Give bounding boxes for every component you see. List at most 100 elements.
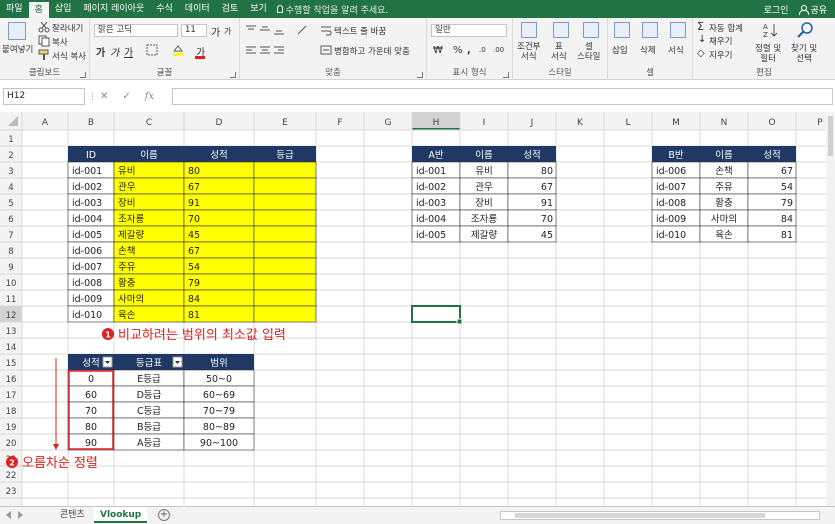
copy-button[interactable]: 복사 [52,36,68,48]
fill-handle[interactable] [456,318,463,325]
table-header-text: 이름 [140,150,158,161]
font-launcher[interactable] [230,72,236,78]
italic-button[interactable]: 가 [110,44,119,59]
cell-styles-button[interactable]: 셀 스타일 [577,42,600,62]
share-button[interactable]: 공유 [798,3,827,16]
tell-me-box[interactable]: 수행할 작업을 알려 주세요. [276,0,388,18]
comma-button[interactable]: , [467,45,471,56]
align-center-icon[interactable] [259,44,271,56]
tab-formulas[interactable]: 수식 [150,0,179,18]
tab-home[interactable]: 홈 [28,2,49,18]
table-cell-text: 84 [188,294,200,305]
decrease-decimal-button[interactable]: .00 [493,46,504,54]
delete-cells-button[interactable]: 삭제 [640,44,656,56]
table-cell-text: 관우 [475,182,493,193]
table-cell-text: 장비 [118,198,135,209]
font-name-select[interactable]: 맑은 고딕 [94,24,178,37]
merge-center-button[interactable]: 병합하고 가운데 맞춤 [334,45,410,57]
shrink-font-button[interactable]: 가 [224,26,231,37]
horizontal-scrollbar[interactable] [500,511,820,520]
cut-button[interactable]: 잘라내기 [52,22,83,34]
cancel-icon[interactable]: ✕ [100,91,108,102]
insert-function-button[interactable]: fx [145,91,154,102]
tab-data[interactable]: 데이터 [179,0,216,18]
sheet-tab-bar: 콘텐츠 Vlookup + [0,506,835,524]
align-left-icon[interactable] [245,44,257,56]
wrap-text-icon [321,26,332,36]
font-size-select[interactable]: 11 [181,24,207,37]
table-cell[interactable] [253,177,317,195]
prev-sheet-icon[interactable] [6,511,11,519]
clipboard-launcher[interactable] [80,72,86,78]
table-cell[interactable] [253,305,317,323]
sheet-tab-vlookup[interactable]: Vlookup [94,507,148,523]
format-table-button[interactable]: 표 서식 [551,42,567,62]
tab-page-layout[interactable]: 페이지 레이아웃 [77,0,150,18]
format-painter-button[interactable]: 서식 복사 [52,50,86,62]
share-label: 공유 [810,5,827,16]
autosum-button[interactable]: 자동 합계 [709,22,743,34]
login-link[interactable]: 로그인 [764,3,789,16]
paste-icon[interactable] [8,22,26,40]
sort-filter-button[interactable]: 정렬 및 필터 [755,44,781,64]
row-header-17: 17 [6,391,17,401]
fill-button[interactable]: 채우기 [709,35,732,47]
tab-view[interactable]: 보기 [244,0,273,18]
table-cell[interactable] [253,257,317,275]
enter-icon[interactable]: ✓ [122,91,130,102]
column-header-e: E [282,118,288,128]
column-header-f: F [337,118,342,128]
currency-button[interactable]: ₩ [433,45,443,56]
table-cell[interactable] [253,225,317,243]
excel-window: 파일 홈 삽입 페이지 레이아웃 수식 데이터 검토 보기 수행할 작업을 알려… [0,0,835,524]
alignment-launcher[interactable] [417,72,423,78]
insert-cells-button[interactable]: 삽입 [612,44,628,56]
fill-color-icon[interactable] [172,44,184,56]
table-cell[interactable] [253,161,317,179]
row-header-1: 1 [8,135,13,145]
selected-cell[interactable] [411,305,461,323]
annotation-1-number: 1 [105,331,111,340]
bold-button[interactable]: 가 [96,44,105,59]
align-right-icon[interactable] [273,44,285,56]
formula-input[interactable] [172,88,833,105]
table-cell-text: id-001 [72,166,102,177]
orientation-icon[interactable] [296,24,308,36]
scrollbar-thumb[interactable] [515,513,765,518]
wrap-text-button[interactable]: 텍스트 줄 바꿈 [334,25,386,37]
tab-insert[interactable]: 삽입 [49,0,78,18]
table-cell[interactable] [253,273,317,291]
sheet-tab-contents[interactable]: 콘텐츠 [54,507,91,523]
number-launcher[interactable] [503,72,509,78]
worksheet-grid[interactable]: A B C D E F G H I J K L M N O P 1 2 3 4 5 6 7 8 9 10 11 12 13 14 15 16 1… [0,112,835,506]
vertical-scrollbar-thumb[interactable] [828,116,833,156]
table-cell[interactable] [253,209,317,227]
table-cell-text: 67 [188,246,200,257]
tab-file[interactable]: 파일 [0,0,29,18]
align-middle-icon[interactable] [259,24,271,36]
tab-review[interactable]: 검토 [216,0,245,18]
table-cell-text: 84 [781,214,793,225]
vertical-scrollbar[interactable] [826,112,835,506]
table-cell[interactable] [253,193,317,211]
table-cell[interactable] [253,289,317,307]
increase-decimal-button[interactable]: .0 [479,46,486,54]
percent-button[interactable]: % [453,45,463,56]
column-header-n: N [721,118,728,128]
conditional-format-button[interactable]: 조건부 서식 [517,42,540,62]
find-select-button[interactable]: 찾기 및 선택 [791,44,817,64]
borders-icon[interactable] [146,44,158,56]
align-top-icon[interactable] [245,24,257,36]
next-sheet-icon[interactable] [18,511,23,519]
namebox-separator: ⋮ [88,92,97,102]
format-cells-button[interactable]: 서식 [668,44,684,56]
table-cell[interactable] [253,241,317,259]
grow-font-button[interactable]: 가 [211,24,220,39]
add-sheet-button[interactable]: + [158,509,170,521]
number-format-select[interactable]: 일반 [431,24,507,37]
align-bottom-icon[interactable] [273,24,285,36]
name-box[interactable]: H12 [3,88,85,105]
underline-button[interactable]: 가 [124,44,133,59]
clear-button[interactable]: 지우기 [709,49,732,61]
paste-button[interactable]: 붙여넣기 [2,43,33,55]
